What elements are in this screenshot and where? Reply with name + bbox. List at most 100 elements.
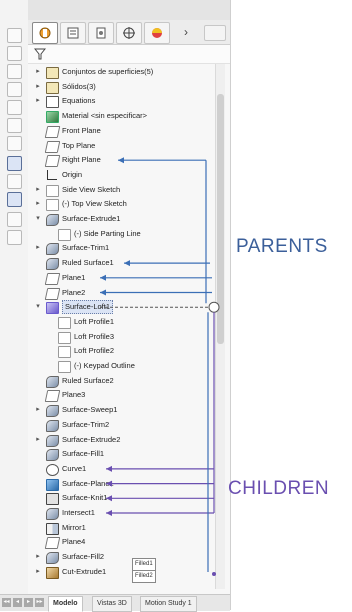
tree-item[interactable]: ▾ Surface-Loft1 bbox=[28, 299, 214, 315]
tree-item-label: (-) Side Parting Line bbox=[74, 228, 141, 238]
tree-item[interactable]: Front Plane bbox=[28, 123, 214, 139]
toolbar-button-11[interactable] bbox=[7, 212, 22, 227]
tree-item[interactable]: Plane4 bbox=[28, 534, 214, 550]
toolbar-button-5[interactable] bbox=[7, 100, 22, 115]
tree-item-label: Surface-Extrude1 bbox=[62, 214, 121, 223]
tree-item[interactable]: ▸ Conjuntos de superficies(5) bbox=[28, 64, 214, 80]
dimxpert-icon bbox=[123, 27, 135, 39]
expand-toggle-icon[interactable]: ▸ bbox=[34, 402, 42, 418]
tree-item[interactable]: ▸ (-) Top View Sketch bbox=[28, 196, 214, 212]
blue-feature-icon bbox=[46, 478, 59, 491]
tree-item[interactable]: Origin bbox=[28, 167, 214, 183]
graphics-area-button[interactable] bbox=[204, 25, 226, 41]
prev-tab-icon[interactable]: ◂ bbox=[13, 598, 22, 607]
toolbar-button-2[interactable] bbox=[7, 46, 22, 61]
tree-item[interactable]: ▸ Surface-Extrude2 bbox=[28, 432, 214, 448]
expand-toggle-icon[interactable]: ▸ bbox=[34, 93, 42, 109]
tree-item-label: Surface-Trim2 bbox=[62, 419, 110, 429]
toolbar-button-7[interactable] bbox=[7, 136, 22, 151]
tree-item-label: Sólidos(3) bbox=[62, 81, 96, 91]
children-annotation: CHILDREN bbox=[228, 478, 330, 499]
expand-toggle-icon[interactable]: ▸ bbox=[34, 432, 42, 448]
toolbar-button-10[interactable] bbox=[7, 192, 22, 207]
toolbar-button-1[interactable] bbox=[7, 28, 22, 43]
tree-item-label: Cut-Extrude1 bbox=[62, 566, 107, 576]
tree-item[interactable]: Mirror1 bbox=[28, 520, 214, 536]
tree-item-label: Surface-Fill2 bbox=[62, 552, 105, 562]
tree-item[interactable]: Surface-Fill1 bbox=[28, 446, 214, 462]
toolbar-button-9[interactable] bbox=[7, 174, 22, 189]
last-tab-icon[interactable]: ▸▸ bbox=[35, 598, 44, 607]
expand-toggle-icon[interactable]: ▸ bbox=[34, 196, 42, 212]
feature-manager-tab[interactable] bbox=[32, 22, 58, 44]
more-tabs-arrow[interactable]: › bbox=[174, 22, 198, 42]
tree-item-label: Material <sin especificar> bbox=[62, 111, 148, 121]
eq-feature-icon bbox=[46, 96, 59, 109]
tree-item[interactable]: Surface-Trim2 bbox=[28, 417, 214, 433]
tree-item[interactable]: Surface-Plane1 bbox=[28, 476, 214, 492]
tree-item[interactable]: Ruled Surface1 bbox=[28, 255, 214, 271]
tree-item-label: Surface-Extrude2 bbox=[62, 434, 121, 444]
chevron-right-icon: › bbox=[184, 25, 188, 39]
toolbar-button-3[interactable] bbox=[7, 64, 22, 79]
configuration-manager-tab[interactable] bbox=[88, 22, 114, 44]
expand-toggle-icon[interactable]: ▸ bbox=[34, 549, 42, 565]
tree-item[interactable]: Intersect1 bbox=[28, 505, 214, 521]
plane-feature-icon bbox=[44, 140, 61, 153]
tree-item-label: (-) Top View Sketch bbox=[62, 199, 127, 209]
tree-item-label: Conjuntos de superficies(5) bbox=[62, 67, 154, 76]
first-tab-icon[interactable]: ◂◂ bbox=[2, 598, 11, 607]
tree-item-label: Ruled Surface1 bbox=[62, 258, 114, 268]
sketch-feature-icon bbox=[58, 228, 71, 241]
filter-row bbox=[28, 45, 230, 64]
expand-toggle-icon[interactable]: ▾ bbox=[34, 211, 42, 227]
tree-item[interactable]: ▸ Side View Sketch bbox=[28, 182, 214, 198]
toolbar-button-6[interactable] bbox=[7, 118, 22, 133]
tree-item[interactable]: Plane2 bbox=[28, 285, 214, 301]
tree-item[interactable]: ▾ Surface-Extrude1 bbox=[28, 211, 214, 227]
toolbar-button-4[interactable] bbox=[7, 82, 22, 97]
manager-tabs: › bbox=[28, 20, 230, 45]
expand-toggle-icon[interactable]: ▸ bbox=[34, 240, 42, 256]
next-tab-icon[interactable]: ▸ bbox=[24, 598, 33, 607]
parents-annotation: PARENTS bbox=[236, 236, 328, 257]
tree-item[interactable]: ▸ Sólidos(3) bbox=[28, 79, 214, 95]
surf-feature-icon bbox=[46, 449, 59, 462]
expand-toggle-icon[interactable]: ▸ bbox=[34, 564, 42, 580]
tree-item[interactable]: ▸ Surface-Trim1 bbox=[28, 240, 214, 256]
filter-icon[interactable] bbox=[34, 48, 46, 60]
tree-item[interactable]: Material <sin especificar> bbox=[28, 108, 214, 124]
scrollbar-thumb[interactable] bbox=[217, 94, 224, 344]
expand-toggle-icon[interactable]: ▸ bbox=[34, 182, 42, 198]
tree-item[interactable]: (-) Side Parting Line bbox=[28, 226, 214, 242]
tree-item[interactable]: ▸ Equations bbox=[28, 93, 214, 109]
tree-item[interactable]: Plane1 bbox=[28, 270, 214, 286]
toolbar-button-12[interactable] bbox=[7, 230, 22, 245]
surf-feature-icon bbox=[46, 405, 59, 418]
toolbar-button-8[interactable] bbox=[7, 156, 22, 171]
tree-item[interactable]: Ruled Surface2 bbox=[28, 373, 214, 389]
tree-item[interactable]: Plane3 bbox=[28, 387, 214, 403]
tree-scrollbar[interactable] bbox=[215, 64, 225, 589]
tree-item[interactable]: ▸ Surface-Sweep1 bbox=[28, 402, 214, 418]
tree-item[interactable]: ▸ Cut-Extrude1 bbox=[28, 564, 214, 580]
tree-item[interactable]: Loft Profile1 bbox=[28, 314, 214, 330]
tree-item[interactable]: Top Plane bbox=[28, 138, 214, 154]
tree-item[interactable]: ▸ Surface-Fill2 bbox=[28, 549, 214, 565]
dimxpert-manager-tab[interactable] bbox=[116, 22, 142, 44]
tree-item[interactable]: Curve1 bbox=[28, 461, 214, 477]
tree-item[interactable]: Right Plane bbox=[28, 152, 214, 168]
expand-toggle-icon[interactable]: ▾ bbox=[34, 299, 42, 315]
expand-toggle-icon[interactable]: ▸ bbox=[34, 79, 42, 95]
display-manager-tab[interactable] bbox=[144, 22, 170, 44]
sketch-feature-icon bbox=[58, 316, 71, 329]
tree-item-label: Surface-Trim1 bbox=[62, 243, 110, 253]
tree-item[interactable]: Surface-Knit1 bbox=[28, 490, 214, 506]
tree-item-label: Front Plane bbox=[62, 125, 101, 135]
tree-item-label: Surface-Fill1 bbox=[62, 449, 105, 459]
tree-item[interactable]: Loft Profile2 bbox=[28, 343, 214, 359]
tree-item[interactable]: Loft Profile3 bbox=[28, 329, 214, 345]
property-manager-tab[interactable] bbox=[60, 22, 86, 44]
tree-item[interactable]: (-) Keypad Outline bbox=[28, 358, 214, 374]
expand-toggle-icon[interactable]: ▸ bbox=[34, 64, 42, 80]
